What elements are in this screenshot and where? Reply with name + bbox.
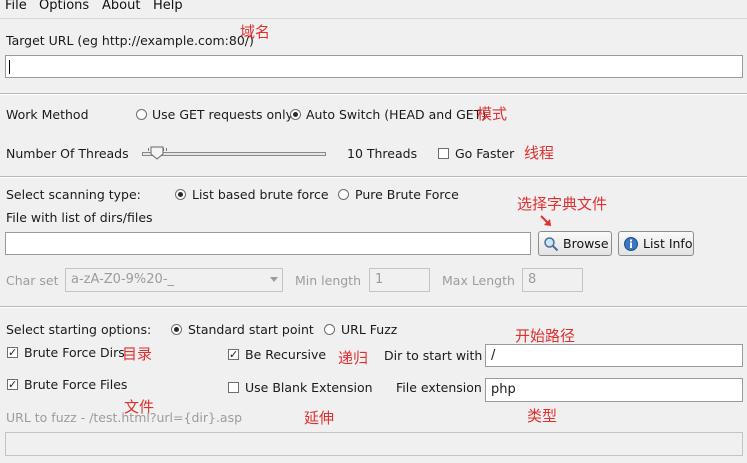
dir-start-input[interactable]: /	[485, 344, 743, 367]
url-fuzz-label[interactable]: URL Fuzz	[341, 322, 397, 337]
max-length-label: Max Length	[442, 273, 515, 288]
start-options-label: Select starting options:	[6, 322, 152, 337]
go-faster-label[interactable]: Go Faster	[455, 146, 514, 161]
target-url-label: Target URL (eg http://example.com:80/)	[6, 33, 254, 48]
dir-file-label: File with list of dirs/files	[6, 210, 153, 225]
max-length-input[interactable]: 8	[522, 268, 583, 292]
annotation-dirs: 目录	[122, 345, 153, 363]
scan-type-label: Select scanning type:	[6, 187, 141, 202]
annotation-threads: 线程	[524, 144, 555, 162]
radio-auto-switch[interactable]	[290, 109, 301, 120]
annotation-domain: 域名	[240, 23, 271, 41]
be-recursive-label[interactable]: Be Recursive	[245, 347, 326, 362]
go-faster-checkbox[interactable]	[438, 148, 449, 159]
standard-start-label[interactable]: Standard start point	[188, 322, 314, 337]
pure-brute-label[interactable]: Pure Brute Force	[355, 187, 459, 202]
dir-list-file-input[interactable]	[5, 232, 531, 255]
radio-url-fuzz[interactable]	[324, 324, 335, 335]
brute-dirs-checkbox[interactable]: ✓	[7, 347, 18, 358]
separator	[0, 176, 747, 178]
browse-button[interactable]: Browse	[538, 231, 612, 256]
chevron-down-icon	[270, 277, 278, 282]
radio-list-based[interactable]	[175, 189, 186, 200]
list-based-label[interactable]: List based brute force	[192, 187, 329, 202]
work-method-label: Work Method	[6, 107, 89, 122]
charset-select[interactable]: a-zA-Z0-9%20-_	[65, 268, 283, 292]
annotation-arrow-icon	[540, 215, 551, 226]
auto-switch-label[interactable]: Auto Switch (HEAD and GET)	[306, 107, 486, 122]
blank-extension-checkbox[interactable]	[228, 382, 239, 393]
blank-extension-label[interactable]: Use Blank Extension	[245, 380, 373, 395]
annotation-start-path: 开始路径	[515, 327, 576, 345]
separator	[0, 306, 747, 308]
annotation-type: 类型	[527, 407, 558, 425]
menu-help[interactable]: Help	[153, 0, 183, 13]
url-fuzz-field-label: URL to fuzz - /test.html?url={dir}.asp	[6, 410, 243, 425]
radio-pure-brute[interactable]	[338, 189, 349, 200]
min-length-label: Min length	[295, 273, 361, 288]
target-url-input[interactable]	[5, 55, 743, 78]
menu-about[interactable]: About	[102, 0, 140, 13]
annotation-choose-dict: 选择字典文件	[517, 195, 608, 213]
threads-slider-track[interactable]	[142, 152, 326, 156]
annotation-extension: 延伸	[304, 409, 335, 427]
separator	[0, 93, 747, 95]
file-extension-label: File extension	[396, 380, 482, 395]
annotation-mode: 模式	[477, 105, 508, 123]
get-only-label[interactable]: Use GET requests only	[152, 107, 293, 122]
annotation-recursive: 递归	[338, 349, 369, 367]
magnifier-icon	[544, 237, 559, 252]
brute-files-label[interactable]: Brute Force Files	[24, 377, 127, 392]
be-recursive-checkbox[interactable]: ✓	[228, 349, 239, 360]
list-info-button[interactable]: List Info	[618, 231, 694, 256]
url-fuzz-input[interactable]	[5, 432, 743, 456]
charset-label: Char set	[6, 273, 59, 288]
info-icon	[624, 237, 638, 251]
dir-start-label: Dir to start with	[384, 348, 483, 363]
radio-standard-start[interactable]	[171, 324, 182, 335]
menu-options[interactable]: Options	[39, 0, 89, 13]
file-extension-input[interactable]: php	[485, 378, 743, 402]
text-caret	[9, 60, 10, 74]
radio-get-only[interactable]	[136, 109, 147, 120]
brute-files-checkbox[interactable]: ✓	[7, 379, 18, 390]
menu-bar: File Options About Help	[0, 0, 747, 19]
threads-label: Number Of Threads	[6, 146, 129, 161]
threads-slider-thumb[interactable]	[150, 146, 164, 160]
threads-value: 10 Threads	[347, 146, 418, 161]
brute-dirs-label[interactable]: Brute Force Dirs	[24, 345, 125, 360]
min-length-input[interactable]: 1	[369, 268, 430, 292]
menu-file[interactable]: File	[5, 0, 27, 13]
